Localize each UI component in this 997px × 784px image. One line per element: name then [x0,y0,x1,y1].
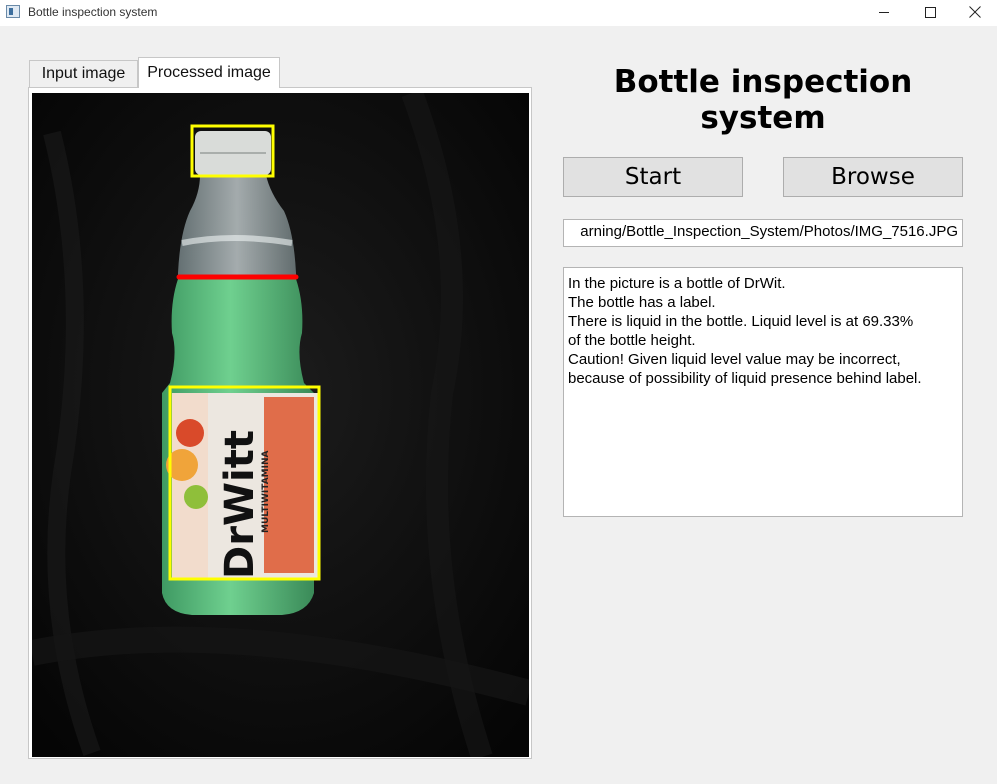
browse-button[interactable]: Browse [783,157,963,197]
file-path-value: arning/Bottle_Inspection_System/Photos/I… [580,223,958,240]
result-line: There is liquid in the bottle. Liquid le… [568,313,914,330]
title-bar: Bottle inspection system [0,0,997,26]
minimize-icon [879,12,889,13]
page-title: Bottle inspection system [613,64,913,136]
result-line: because of possibility of liquid presenc… [568,370,922,387]
close-button[interactable] [952,0,997,26]
file-path-field[interactable]: arning/Bottle_Inspection_System/Photos/I… [563,219,963,247]
maximize-icon [925,7,936,18]
result-line: In the picture is a bottle of DrWit. [568,275,786,292]
maximize-button[interactable] [907,0,953,26]
label-side-text: MULTIWITAMINA [261,450,271,533]
close-icon [969,6,981,18]
window-title: Bottle inspection system [28,5,158,19]
tab-processed-image[interactable]: Processed image [138,57,280,88]
result-line: of the bottle height. [568,332,696,349]
result-line: Caution! Given liquid level value may be… [568,351,901,368]
minimize-button[interactable] [861,0,907,26]
app-window-icon [6,5,20,18]
start-button[interactable]: Start [563,157,743,197]
result-text-area[interactable]: In the picture is a bottle of DrWit. The… [563,267,963,517]
label-brand-text: DrWitt [217,430,263,579]
processed-bottle-image: DrWitt MULTIWITAMINA [29,89,533,761]
tab-input-image[interactable]: Input image [29,60,138,87]
result-line: The bottle has a label. [568,294,716,311]
